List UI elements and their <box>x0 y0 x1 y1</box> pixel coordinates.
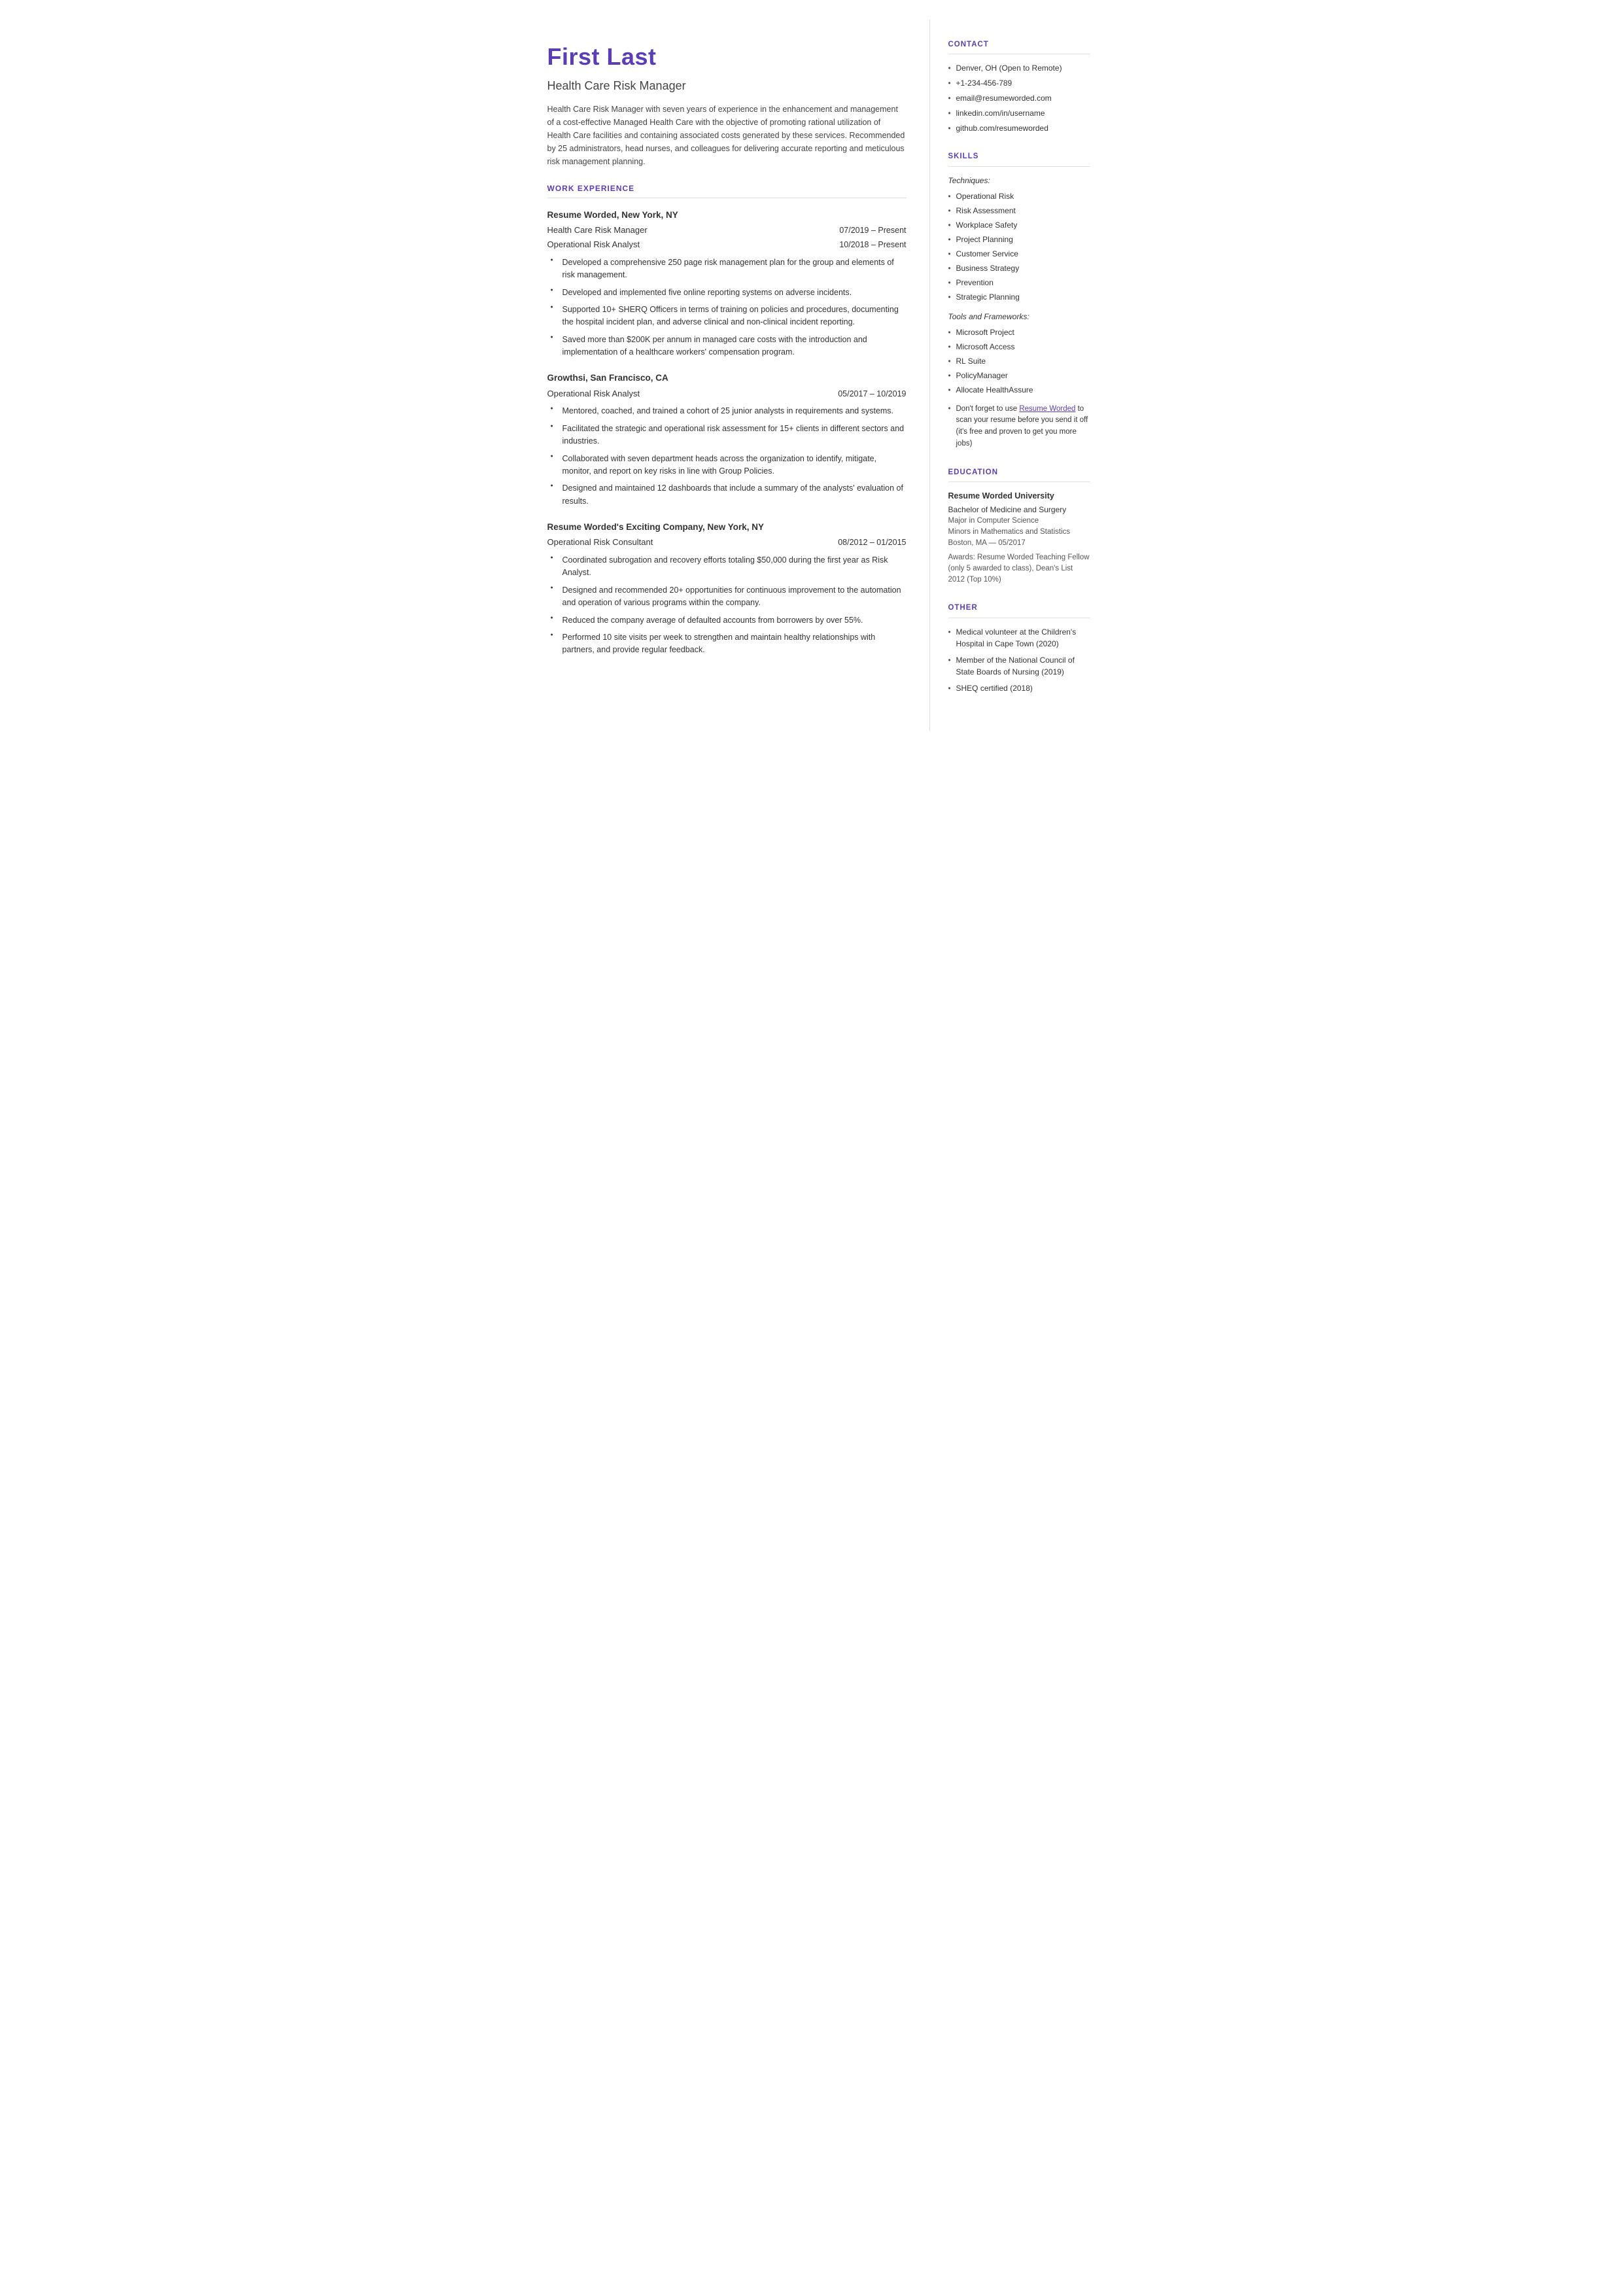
bullet-item: Reduced the company average of defaulted… <box>551 614 907 627</box>
candidate-job-title: Health Care Risk Manager <box>547 77 907 95</box>
edu-block: Resume Worded University Bachelor of Med… <box>948 490 1090 586</box>
other-item-council: Member of the National Council of State … <box>948 654 1090 678</box>
tools-list: Microsoft Project Microsoft Access RL Su… <box>948 326 1090 396</box>
company-block-1: Resume Worded, New York, NY Health Care … <box>547 209 907 359</box>
edu-university: Resume Worded University <box>948 490 1090 502</box>
skill-item: Prevention <box>948 277 1090 289</box>
skill-item: Customer Service <box>948 248 1090 260</box>
bullet-item: Mentored, coached, and trained a cohort … <box>551 405 907 417</box>
bullet-item: Performed 10 site visits per week to str… <box>551 631 907 657</box>
contact-section: CONTACT Denver, OH (Open to Remote) +1-2… <box>948 39 1090 134</box>
bullet-item: Saved more than $200K per annum in manag… <box>551 334 907 359</box>
job-dates-3a: 08/2012 – 01/2015 <box>838 536 906 549</box>
bullet-item: Supported 10+ SHERQ Officers in terms of… <box>551 304 907 329</box>
contact-item-linkedin: linkedin.com/in/username <box>948 107 1090 119</box>
other-label: OTHER <box>948 603 1090 618</box>
job-role-2a: Operational Risk Analyst <box>547 387 640 400</box>
other-item-volunteer: Medical volunteer at the Children's Hosp… <box>948 626 1090 650</box>
edu-location-date: Boston, MA — 05/2017 <box>948 538 1090 549</box>
edu-awards: Awards: Resume Worded Teaching Fellow (o… <box>948 552 1090 586</box>
skills-label: SKILLS <box>948 151 1090 166</box>
company-name-1: Resume Worded, New York, NY <box>547 209 907 222</box>
note-prefix: Don't forget to use <box>956 405 1020 413</box>
company-block-2: Growthsi, San Francisco, CA Operational … <box>547 372 907 508</box>
left-column: First Last Health Care Risk Manager Heal… <box>518 20 930 731</box>
tool-item: Microsoft Access <box>948 341 1090 353</box>
edu-major: Major in Computer Science <box>948 516 1090 527</box>
bullet-item: Designed and recommended 20+ opportuniti… <box>551 584 907 610</box>
edu-degree: Bachelor of Medicine and Surgery <box>948 504 1090 516</box>
bullet-item: Developed and implemented five online re… <box>551 287 907 299</box>
other-section: OTHER Medical volunteer at the Children'… <box>948 603 1090 693</box>
job-role-1b: Operational Risk Analyst <box>547 238 640 251</box>
candidate-name: First Last <box>547 39 907 75</box>
skill-item: Strategic Planning <box>948 291 1090 303</box>
work-experience-label: WORK EXPERIENCE <box>547 183 907 198</box>
skill-item: Risk Assessment <box>948 205 1090 217</box>
other-list: Medical volunteer at the Children's Hosp… <box>948 626 1090 694</box>
job-row-1a: Health Care Risk Manager 07/2019 – Prese… <box>547 224 907 237</box>
contact-item-github: github.com/resumeworded <box>948 122 1090 134</box>
skill-item: Project Planning <box>948 234 1090 245</box>
job-dates-1a: 07/2019 – Present <box>839 224 906 237</box>
tools-label: Tools and Frameworks: <box>948 311 1090 323</box>
bullet-item: Designed and maintained 12 dashboards th… <box>551 482 907 508</box>
resume-page: First Last Health Care Risk Manager Heal… <box>518 0 1107 750</box>
job-row-3a: Operational Risk Consultant 08/2012 – 01… <box>547 536 907 549</box>
skill-item: Workplace Safety <box>948 219 1090 231</box>
company-block-3: Resume Worded's Exciting Company, New Yo… <box>547 521 907 657</box>
techniques-list: Operational Risk Risk Assessment Workpla… <box>948 190 1090 303</box>
company-name-3: Resume Worded's Exciting Company, New Yo… <box>547 521 907 534</box>
bullets-company-3: Coordinated subrogation and recovery eff… <box>551 554 907 657</box>
contact-item-email: email@resumeworded.com <box>948 92 1090 104</box>
job-dates-2a: 05/2017 – 10/2019 <box>838 388 906 400</box>
job-role-3a: Operational Risk Consultant <box>547 536 653 549</box>
tool-item: PolicyManager <box>948 370 1090 381</box>
contact-item-location: Denver, OH (Open to Remote) <box>948 62 1090 74</box>
education-section: EDUCATION Resume Worded University Bache… <box>948 467 1090 586</box>
skill-item: Business Strategy <box>948 262 1090 274</box>
other-item-sheq: SHEQ certified (2018) <box>948 682 1090 694</box>
job-row-2a: Operational Risk Analyst 05/2017 – 10/20… <box>547 387 907 400</box>
skill-item: Operational Risk <box>948 190 1090 202</box>
bullet-item: Collaborated with seven department heads… <box>551 453 907 478</box>
contact-item-phone: +1-234-456-789 <box>948 77 1090 89</box>
contact-list: Denver, OH (Open to Remote) +1-234-456-7… <box>948 62 1090 134</box>
job-role-1a: Health Care Risk Manager <box>547 224 648 237</box>
resume-worded-link[interactable]: Resume Worded <box>1019 405 1075 413</box>
job-row-1b: Operational Risk Analyst 10/2018 – Prese… <box>547 238 907 251</box>
skills-section: SKILLS Techniques: Operational Risk Risk… <box>948 151 1090 450</box>
education-label: EDUCATION <box>948 467 1090 482</box>
header-block: First Last Health Care Risk Manager Heal… <box>547 39 907 168</box>
techniques-label: Techniques: <box>948 175 1090 186</box>
tool-item: Allocate HealthAssure <box>948 384 1090 396</box>
right-column: CONTACT Denver, OH (Open to Remote) +1-2… <box>930 20 1107 731</box>
candidate-summary: Health Care Risk Manager with seven year… <box>547 103 907 168</box>
edu-minors: Minors in Mathematics and Statistics <box>948 527 1090 538</box>
company-name-2: Growthsi, San Francisco, CA <box>547 372 907 385</box>
job-dates-1b: 10/2018 – Present <box>839 239 906 251</box>
contact-label: CONTACT <box>948 39 1090 54</box>
tool-item: Microsoft Project <box>948 326 1090 338</box>
bullet-item: Developed a comprehensive 250 page risk … <box>551 256 907 282</box>
bullets-company-2: Mentored, coached, and trained a cohort … <box>551 405 907 508</box>
bullets-company-1: Developed a comprehensive 250 page risk … <box>551 256 907 359</box>
tool-item: RL Suite <box>948 355 1090 367</box>
bullet-item: Facilitated the strategic and operationa… <box>551 423 907 448</box>
bullet-item: Coordinated subrogation and recovery eff… <box>551 554 907 580</box>
resume-worded-note: Don't forget to use Resume Worded to sca… <box>948 404 1090 450</box>
